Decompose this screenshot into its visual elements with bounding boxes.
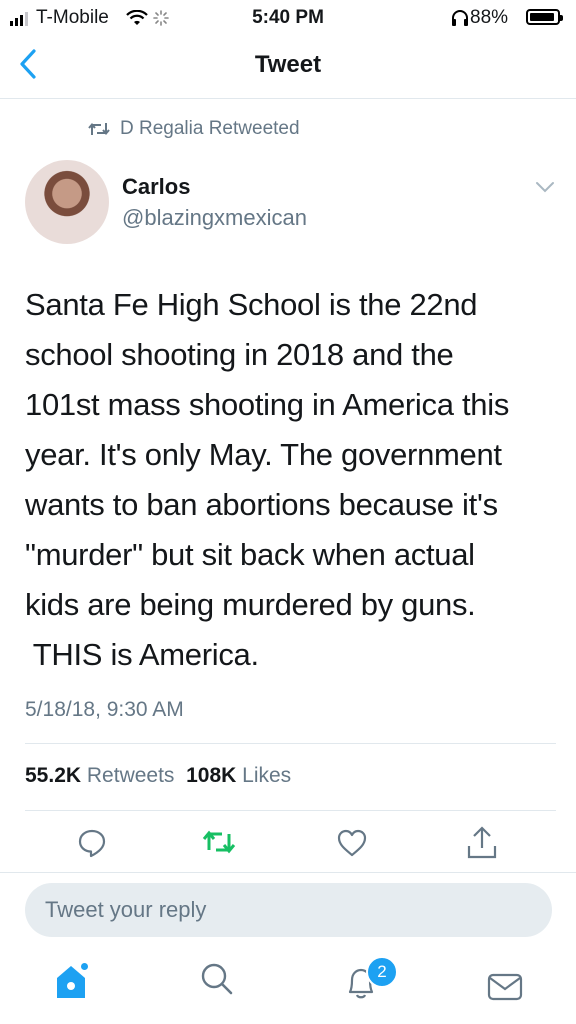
retweet-small-icon bbox=[88, 122, 110, 136]
tweet-text-line: year. It's only May. The government bbox=[25, 437, 502, 472]
retweeted-by-label: D Regalia Retweeted bbox=[120, 118, 300, 139]
page-title: Tweet bbox=[254, 51, 322, 78]
likes-label: Likes bbox=[242, 764, 292, 787]
reply-icon[interactable] bbox=[77, 828, 107, 858]
messages-envelope-icon[interactable] bbox=[487, 972, 523, 1002]
likes-count: 108K bbox=[186, 764, 237, 787]
battery-icon bbox=[526, 9, 563, 25]
author-name[interactable]: Carlos bbox=[122, 174, 190, 200]
notifications-badge: 2 bbox=[366, 956, 398, 988]
retweets-stat[interactable]: 55.2K Retweets bbox=[25, 764, 174, 787]
search-icon[interactable] bbox=[200, 962, 234, 996]
retweet-icon[interactable] bbox=[202, 828, 236, 856]
status-bar: T-Mobile 5:40 PM 88% bbox=[0, 0, 576, 36]
share-icon[interactable] bbox=[466, 826, 498, 860]
divider bbox=[25, 743, 556, 744]
tweet-stats: 55.2K Retweets 108K Likes bbox=[25, 764, 291, 788]
like-heart-icon[interactable] bbox=[336, 828, 368, 858]
retweeted-by[interactable]: D Regalia Retweeted bbox=[88, 118, 300, 140]
divider bbox=[0, 872, 576, 873]
likes-stat[interactable]: 108K Likes bbox=[186, 764, 291, 787]
tweet-text-line: 101st mass shooting in America this bbox=[25, 387, 510, 422]
nav-divider bbox=[0, 98, 576, 99]
tweet-text: Santa Fe High School is the 22nd school … bbox=[25, 280, 555, 680]
battery-percentage: 88% bbox=[470, 7, 509, 28]
home-unread-dot bbox=[81, 963, 88, 970]
reply-input[interactable]: Tweet your reply bbox=[25, 883, 552, 937]
tweet-text-line: kids are being murdered by guns. bbox=[25, 587, 476, 622]
tweet-text-line: THIS is America. bbox=[25, 637, 259, 672]
tweet-text-line: school shooting in 2018 and the bbox=[25, 337, 454, 372]
retweets-count: 55.2K bbox=[25, 764, 82, 787]
retweets-label: Retweets bbox=[86, 764, 175, 787]
tweet-text-line: "murder" but sit back when actual bbox=[25, 537, 475, 572]
tweet-text-line: wants to ban abortions because it's bbox=[25, 487, 498, 522]
headphones-icon bbox=[452, 10, 468, 26]
chevron-down-icon[interactable] bbox=[535, 181, 555, 193]
tweet-text-line: Santa Fe High School is the 22nd bbox=[25, 287, 478, 322]
tweet-timestamp: 5/18/18, 9:30 AM bbox=[25, 698, 184, 721]
divider bbox=[25, 810, 556, 811]
avatar[interactable] bbox=[25, 160, 109, 244]
author-handle[interactable]: @blazingxmexican bbox=[122, 205, 307, 231]
